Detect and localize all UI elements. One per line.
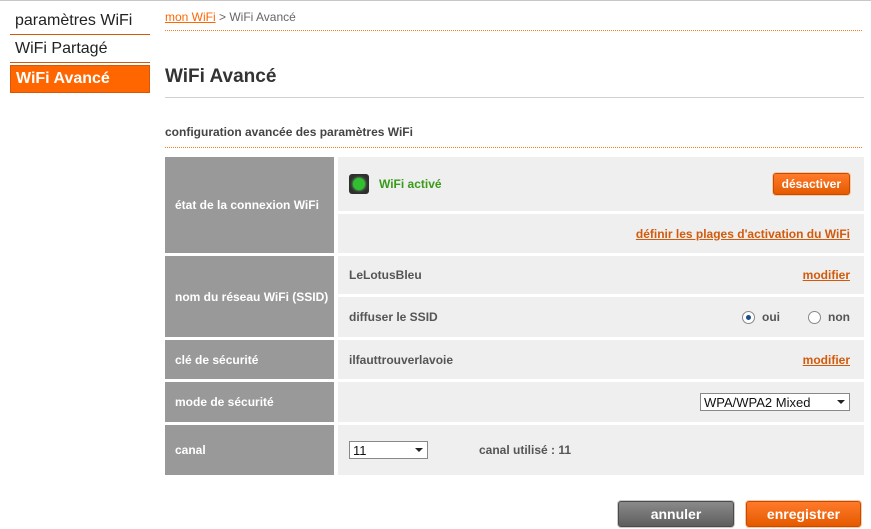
section-divider	[165, 147, 862, 148]
security-mode-select[interactable]: WPA/WPA2 Mixed	[700, 393, 850, 411]
cancel-button[interactable]: annuler	[618, 501, 734, 527]
breadcrumb: mon WiFi > WiFi Avancé	[165, 10, 296, 24]
section-title: configuration avancée des paramètres WiF…	[165, 125, 413, 139]
deactivate-button[interactable]: désactiver	[772, 173, 850, 195]
breadcrumb-link-my-wifi[interactable]: mon WiFi	[165, 10, 216, 24]
schedule-link[interactable]: définir les plages d'activation du WiFi	[636, 227, 850, 241]
schedule-cell: définir les plages d'activation du WiFi	[338, 214, 864, 253]
broadcast-yes-radio[interactable]: oui	[742, 310, 780, 324]
channel-selected: 11	[353, 442, 367, 458]
security-key-cell: ilfauttrouverlavoie modifier	[338, 340, 864, 379]
wifi-status-led-icon	[349, 174, 369, 194]
broadcast-no-radio[interactable]: non	[808, 310, 850, 324]
sidebar-item-shared-wifi[interactable]: WiFi Partagé	[10, 36, 150, 63]
connection-status-cell: WiFi activé désactiver	[338, 157, 864, 211]
sidebar-item-wifi-settings[interactable]: paramètres WiFi	[10, 8, 150, 35]
channel-select[interactable]: 11	[349, 441, 428, 459]
save-button[interactable]: enregistrer	[746, 501, 861, 527]
title-divider	[165, 97, 864, 98]
channel-cell: 11 canal utilisé : 11	[338, 425, 864, 475]
label-security-key: clé de sécurité	[165, 340, 334, 379]
broadcast-ssid-cell: diffuser le SSID oui non	[338, 297, 864, 337]
label-channel: canal	[165, 425, 334, 475]
modify-key-link[interactable]: modifier	[803, 353, 850, 367]
label-security-mode: mode de sécurité	[165, 382, 334, 422]
label-ssid: nom du réseau WiFi (SSID)	[165, 256, 334, 337]
broadcast-ssid-label: diffuser le SSID	[349, 310, 438, 324]
label-connection-state: état de la connexion WiFi	[165, 157, 334, 253]
breadcrumb-separator: >	[215, 10, 230, 24]
breadcrumb-current: WiFi Avancé	[229, 10, 296, 24]
breadcrumb-divider	[165, 30, 862, 31]
broadcast-ssid-radio-group: oui non	[714, 310, 850, 324]
security-key-value: ilfauttrouverlavoie	[349, 352, 454, 367]
chevron-down-icon	[837, 400, 845, 404]
radio-unselected-icon[interactable]	[808, 310, 821, 324]
ssid-value: LeLotusBleu	[349, 268, 422, 282]
chevron-down-icon	[415, 448, 423, 452]
sidebar-item-advanced-wifi[interactable]: WiFi Avancé	[10, 65, 150, 93]
security-mode-selected: WPA/WPA2 Mixed	[704, 394, 811, 410]
top-divider	[0, 0, 871, 1]
security-mode-cell: WPA/WPA2 Mixed	[338, 382, 864, 422]
modify-ssid-link[interactable]: modifier	[803, 268, 850, 282]
wifi-status-text: WiFi activé	[379, 177, 442, 191]
broadcast-no-label: non	[828, 310, 850, 324]
broadcast-yes-label: oui	[762, 310, 780, 324]
ssid-cell: LeLotusBleu modifier	[338, 256, 864, 294]
sidebar: paramètres WiFi WiFi Partagé WiFi Avancé	[10, 8, 150, 93]
radio-selected-icon[interactable]	[742, 310, 755, 324]
page-title: WiFi Avancé	[165, 66, 277, 87]
channel-used-text: canal utilisé : 11	[479, 443, 572, 457]
